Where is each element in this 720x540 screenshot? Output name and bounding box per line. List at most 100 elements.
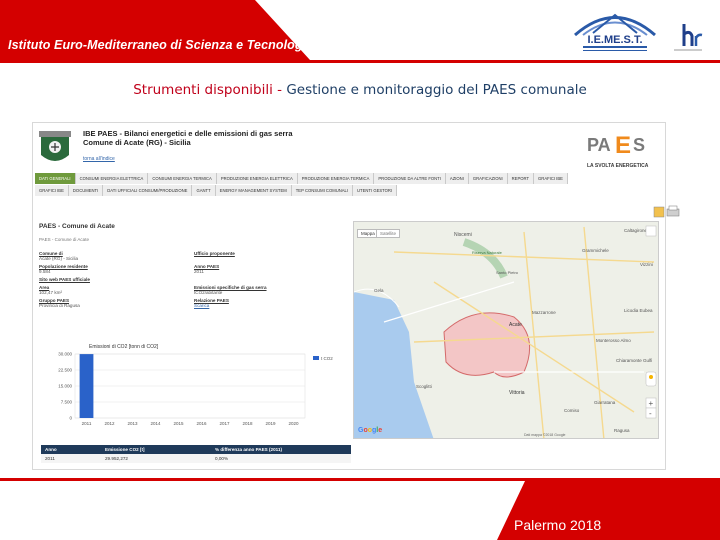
footer-location-date: Palermo 2018 <box>514 517 602 533</box>
paes-header-title: IBE PAES - Bilanci energetici e delle em… <box>83 129 383 147</box>
google-logo: Google <box>358 427 383 434</box>
nav1-tab-2[interactable]: CONSUMI ENERGIA TERMICA <box>148 173 217 184</box>
svg-text:PA: PA <box>587 135 611 155</box>
iemest-logo-icon: I.E.ME.S.T. <box>574 13 656 51</box>
nav1-tab-3[interactable]: PRODUZIONE ENERGIA ELETTRICA <box>216 173 298 184</box>
table-header-row: Anno Emissione CO2 [t] % differenza anno… <box>41 445 351 454</box>
svg-text:LA SVOLTA ENERGETICA: LA SVOLTA ENERGETICA <box>587 163 649 169</box>
comune-info-block: Comune di Acate (RG) - Sicilia Ufficio pro… <box>39 251 349 311</box>
nav2-tab-2[interactable]: DATI UFFICIALI CONSUMI/PRODUZIONE <box>103 185 193 196</box>
info-row: Gruppo PAES Provincia di Ragusa Relazione … <box>39 298 349 308</box>
info-col: Emissioni specifiche di gas serra tCO2/ab… <box>194 285 349 295</box>
svg-text:Scoglitti: Scoglitti <box>416 384 432 389</box>
slide-title-part1: Strumenti disponibili <box>133 82 273 98</box>
panel-breadcrumb: PAES - Comune di Acate <box>39 237 89 242</box>
nav1-tab-6[interactable]: AZIONI <box>445 173 469 184</box>
slide-title-part2: Gestione e monitoraggio del PAES comunal… <box>286 82 587 98</box>
x-tick-label: 2019 <box>265 421 276 426</box>
nav1-tab-8[interactable]: REPORT <box>507 173 535 184</box>
y-tick-label: 30.000 <box>58 352 72 357</box>
municipal-crest-icon <box>39 131 71 161</box>
hr-excellence-logo-icon <box>674 24 703 51</box>
nav1-tab-0[interactable]: DATI GENERALI <box>35 173 76 184</box>
svg-text:Vittoria: Vittoria <box>509 390 525 396</box>
svg-text:Licodia Eubea: Licodia Eubea <box>624 308 653 313</box>
svg-text:S: S <box>633 135 645 155</box>
svg-text:Acate: Acate <box>509 322 522 328</box>
x-tick-label: 2020 <box>288 421 299 426</box>
map-canvas[interactable]: Niscemi Riserva Naturale Santo Pietro Ma… <box>354 222 659 439</box>
nav1-tab-4[interactable]: PRODUZIONE ENERGIA TERMICA <box>297 173 375 184</box>
slide-title: Strumenti disponibili - Gestione e monit… <box>0 82 720 98</box>
nav2-tab-6[interactable]: UTENTI GESTORI <box>353 185 398 196</box>
x-tick-label: 2018 <box>242 421 253 426</box>
info-row: Area 102,47 km² Emissioni specifiche di ga… <box>39 285 349 295</box>
info-row: Comune di Acate (RG) - Sicilia Ufficio pro… <box>39 251 349 261</box>
paes-header: IBE PAES - Bilanci energetici e delle em… <box>33 123 667 171</box>
fullscreen-icon[interactable] <box>645 225 657 237</box>
print-export-icons[interactable] <box>653 205 681 219</box>
chart-title: Emissioni di CO2 [tonn di CO2] <box>89 344 159 350</box>
info-value: tCO2/abitante <box>194 290 223 295</box>
paes-header-line2: Comune di Acate (RG) - Sicilia <box>83 138 191 147</box>
svg-text:+: + <box>649 399 654 408</box>
nav2-tab-1[interactable]: DOCUMENTI <box>68 185 104 196</box>
svg-text:Niscemi: Niscemi <box>454 232 472 238</box>
svg-text:Caltagirone: Caltagirone <box>624 228 648 233</box>
svg-text:Mazzarrone: Mazzarrone <box>532 310 556 315</box>
svg-text:Riserva Naturale: Riserva Naturale <box>472 250 503 255</box>
panel-title: PAES - Comune di Acate <box>39 223 115 230</box>
legend-swatch <box>313 356 319 360</box>
nav2-tab-0[interactable]: GRAFICI IBE <box>35 185 69 196</box>
info-value: 9.584 <box>39 269 51 274</box>
table-cell-difference: 0,00% <box>215 456 229 461</box>
download-report-link[interactable]: Scarica <box>194 303 349 308</box>
paes-web-screenshot: IBE PAES - Bilanci energetici e delle em… <box>32 122 680 470</box>
legend-label: t CO2 <box>321 356 333 361</box>
map-type-satellite-button[interactable]: Satellite <box>376 229 401 238</box>
svg-text:Monterosso Almo: Monterosso Almo <box>596 338 631 343</box>
nav1-tab-9[interactable]: GRAFICI IBE <box>534 173 568 184</box>
table-header-difference: % differenza anno PAES (2011) <box>215 447 283 452</box>
svg-text:Santo Pietro: Santo Pietro <box>496 270 519 275</box>
institute-title: Istituto Euro-Mediterraneo di Scienza e … <box>8 38 314 52</box>
info-col: Comune di Acate (RG) - Sicilia <box>39 251 194 261</box>
x-tick-label: 2011 <box>82 421 92 426</box>
x-tick-label: 2015 <box>173 421 184 426</box>
info-value: 102,47 km² <box>39 290 62 295</box>
info-col: Popolazione residente 9.584 <box>39 264 194 274</box>
info-key: Sito web PAES ufficiale <box>39 277 90 282</box>
y-tick-label: 7.500 <box>61 400 73 405</box>
back-to-index-link[interactable]: torna all'indice <box>83 156 115 162</box>
info-col: Gruppo PAES Provincia di Ragusa <box>39 298 194 308</box>
chart-bar <box>79 354 94 418</box>
map-view[interactable]: Niscemi Riserva Naturale Santo Pietro Ma… <box>353 221 659 439</box>
info-key: Ufficio proponente <box>194 251 235 256</box>
info-col: Anno PAES 2011 <box>194 264 349 274</box>
info-value: Provincia di Ragusa <box>39 303 80 308</box>
x-tick-label: 2017 <box>219 421 230 426</box>
table-row: 2011 29.952,272 0,00% <box>41 454 351 463</box>
co2-emissions-chart: Emissioni di CO2 [tonn di CO2] 30.000 22.… <box>41 338 351 438</box>
nav1-tab-5[interactable]: PRODUZIONE DA ALTRE FONTI <box>374 173 446 184</box>
top-banner: Istituto Euro-Mediterraneo di Scienza e … <box>0 0 720 65</box>
nav1-tab-1[interactable]: CONSUMI ENERGIA ELETTRICA <box>75 173 149 184</box>
info-col <box>194 277 349 282</box>
svg-text:-: - <box>649 409 652 418</box>
table-cell-emission: 29.952,272 <box>105 456 128 461</box>
nav1-tab-7[interactable]: GRAFICAZIONI <box>468 173 508 184</box>
svg-text:Grammichele: Grammichele <box>582 248 609 253</box>
svg-text:E: E <box>615 132 631 159</box>
paes-logo-icon: PA E S LA SVOLTA ENERGETICA <box>587 132 649 169</box>
footer-divider <box>0 478 720 481</box>
info-row: Popolazione residente 9.584 Anno PAES 2011 <box>39 264 349 274</box>
x-tick-label: 2014 <box>150 421 161 426</box>
info-col: Ufficio proponente <box>194 251 349 261</box>
main-nav-row1: DATI GENERALI CONSUMI ENERGIA ELETTRICA CO… <box>35 173 665 184</box>
info-col: Relazione PAES Scarica <box>194 298 349 308</box>
nav2-tab-5[interactable]: TEP CONSUMI COMUNALI <box>291 185 354 196</box>
svg-text:Dati mappa ©2018 Google: Dati mappa ©2018 Google <box>524 433 566 437</box>
nav2-tab-3[interactable]: GANTT <box>192 185 216 196</box>
info-col: Sito web PAES ufficiale <box>39 277 194 282</box>
nav2-tab-4[interactable]: ENERGY MANAGEMENT SYSTEM <box>215 185 292 196</box>
